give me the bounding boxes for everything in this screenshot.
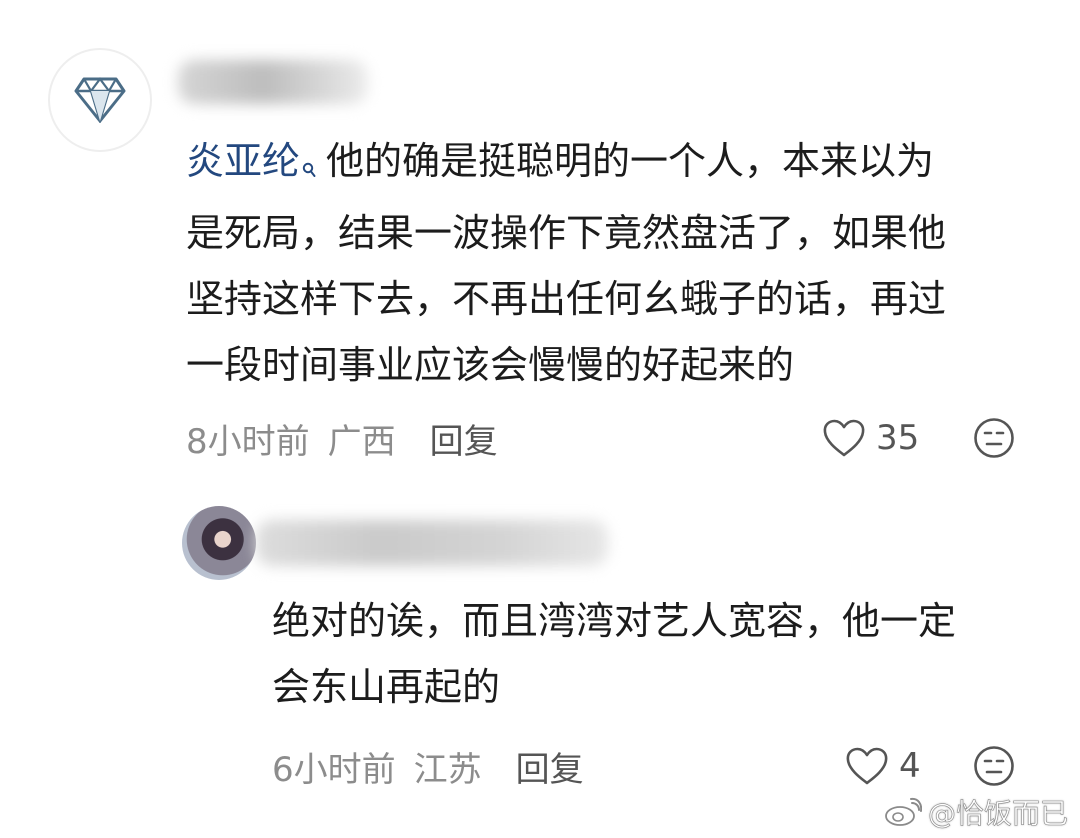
reply-like-count: 4 xyxy=(899,746,921,786)
emoji-icon xyxy=(974,746,1014,786)
mention-link[interactable]: 炎亚纶 xyxy=(186,139,326,183)
comment-thread: 炎亚纶 他的确是挺聪明的一个人，本来以为 是死局，结果一波操作下竟然盘活了，如果他… xyxy=(0,0,1080,838)
comment-time: 8小时前 xyxy=(186,421,310,462)
username-blurred xyxy=(178,60,368,104)
emoji-icon xyxy=(974,418,1014,458)
like-count: 35 xyxy=(876,418,920,458)
reply-meta: 6小时前 江苏 回复 xyxy=(272,742,584,790)
diamond-icon xyxy=(74,77,126,123)
search-icon xyxy=(302,134,316,200)
reply-region: 江苏 xyxy=(413,749,482,790)
mention-name: 炎亚纶 xyxy=(186,139,301,183)
reply-reply-button[interactable]: 回复 xyxy=(516,742,584,791)
comment-text: 炎亚纶 他的确是挺聪明的一个人，本来以为 是死局，结果一波操作下竟然盘活了，如果他… xyxy=(186,128,1046,398)
like-button[interactable]: 35 xyxy=(822,414,919,462)
reply-avatar[interactable] xyxy=(182,506,256,580)
reply-username-blurred xyxy=(256,520,608,566)
emoji-button[interactable] xyxy=(973,417,1015,459)
reply-emoji-button[interactable] xyxy=(973,745,1015,787)
reply-button[interactable]: 回复 xyxy=(430,414,498,463)
comment-region: 广西 xyxy=(327,421,396,462)
comment-meta: 8小时前 广西 回复 xyxy=(186,414,498,462)
reply-like-button[interactable]: 4 xyxy=(845,742,921,790)
heart-icon xyxy=(823,419,865,457)
avatar[interactable] xyxy=(48,48,152,152)
watermark: @恰饭而已 xyxy=(884,792,1068,832)
watermark-text: @恰饭而已 xyxy=(927,797,1069,831)
weibo-logo-icon xyxy=(885,797,922,826)
reply-time: 6小时前 xyxy=(272,749,396,790)
heart-icon xyxy=(846,747,888,785)
reply-text: 绝对的诶，而且湾湾对艺人宽容，他一定 会东山再起的 xyxy=(272,599,957,709)
